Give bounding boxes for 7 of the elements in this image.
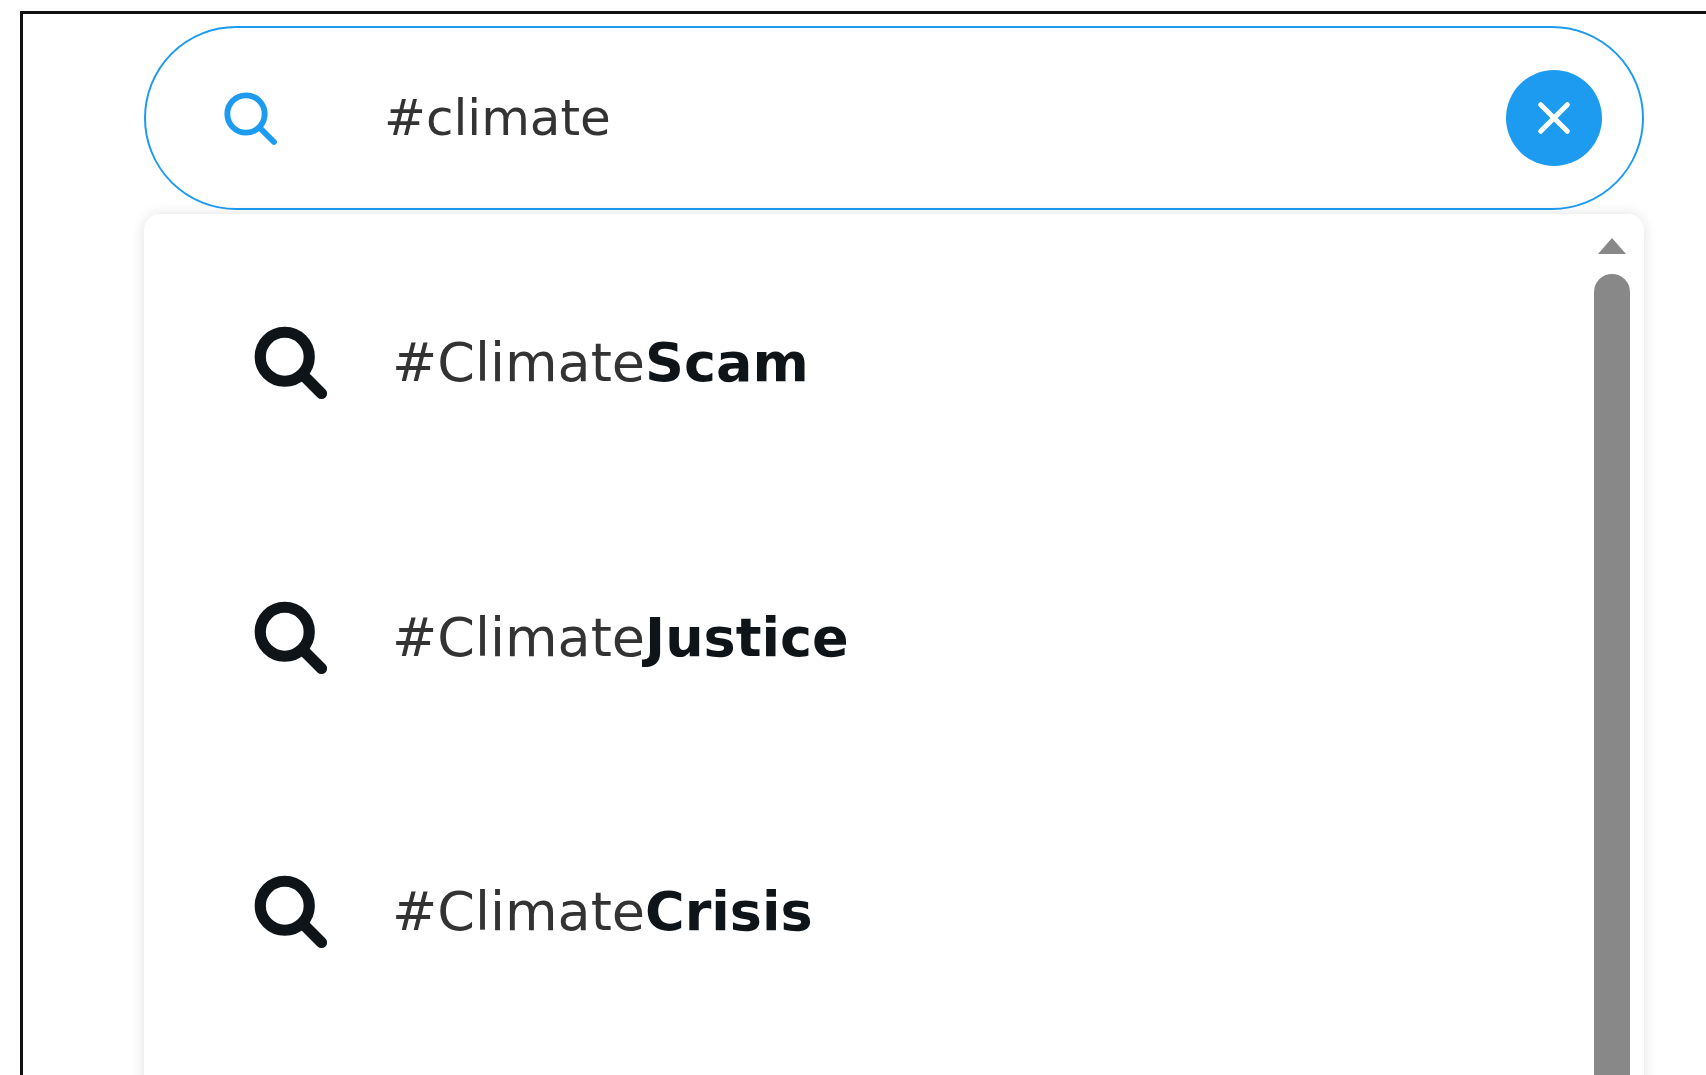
suggestion-text: #ClimateCrisis [392, 879, 813, 943]
suggestion-text: #ClimateScam [392, 330, 809, 394]
search-input[interactable]: #climate [382, 88, 1406, 148]
suggestion-text: #ClimateJustice [392, 605, 849, 669]
suggestion-item[interactable]: #ClimateCrisis [144, 774, 1592, 1048]
suggestion-item[interactable]: #ClimateScam [144, 224, 1592, 500]
suggestion-item[interactable]: #ClimateJustice [144, 500, 1592, 774]
